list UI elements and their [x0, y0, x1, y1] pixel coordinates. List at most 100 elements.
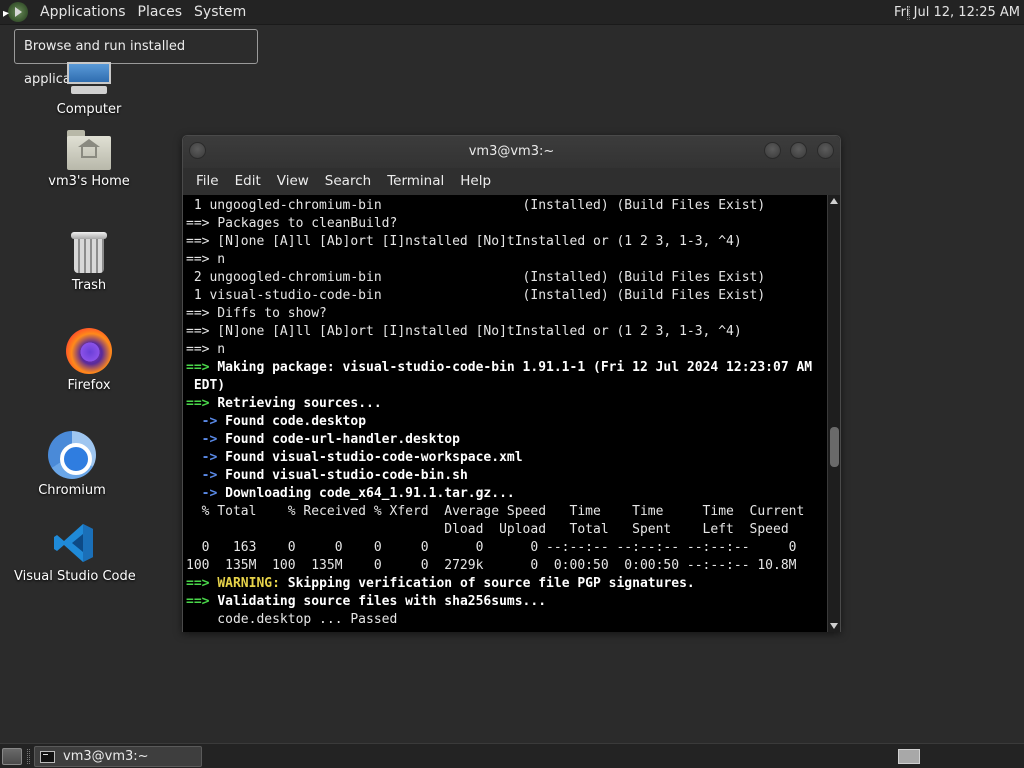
- minimize-button[interactable]: [764, 142, 781, 159]
- terminal-line: 1 visual-studio-code-bin (Installed) (Bu…: [186, 287, 812, 305]
- show-desktop-icon[interactable]: [2, 748, 22, 765]
- terminal-text-segment: 2 ungoogled-chromium-bin (Installed) (Bu…: [186, 270, 766, 285]
- applications-logo-icon[interactable]: [8, 2, 28, 22]
- menu-terminal[interactable]: Terminal: [379, 168, 452, 195]
- terminal-line: -> Found code-url-handler.desktop: [186, 431, 812, 449]
- terminal-lines: 1 ungoogled-chromium-bin (Installed) (Bu…: [186, 197, 812, 629]
- terminal-text-segment: ==>: [186, 576, 218, 591]
- terminal-line: Dload Upload Total Spent Left Speed: [186, 521, 812, 539]
- terminal-line: % Total % Received % Xferd Average Speed…: [186, 503, 812, 521]
- desktop-icon-label: vm3's Home: [48, 174, 130, 189]
- terminal-text-segment: ==>: [186, 594, 218, 609]
- terminal-line: -> Found visual-studio-code-bin.sh: [186, 467, 812, 485]
- menu-view[interactable]: View: [269, 168, 317, 195]
- terminal-line: -> Downloading code_x64_1.91.1.tar.gz...: [186, 485, 812, 503]
- terminal-line: ==> n: [186, 341, 812, 359]
- desktop-icon-chromium[interactable]: Chromium: [37, 431, 107, 498]
- terminal-text-segment: 0 163 0 0 0 0 0 0 --:--:-- --:--:-- --:-…: [186, 540, 797, 555]
- terminal-text-segment: 1 visual-studio-code-bin (Installed) (Bu…: [186, 288, 766, 303]
- terminal-line: ==> Making package: visual-studio-code-b…: [186, 359, 812, 377]
- terminal-text-segment: ==>: [186, 360, 218, 375]
- desktop-icon-label: Computer: [56, 102, 122, 117]
- terminal-menubar: File Edit View Search Terminal Help: [183, 168, 840, 195]
- terminal-output[interactable]: 1 ungoogled-chromium-bin (Installed) (Bu…: [183, 195, 827, 632]
- workspace-switcher[interactable]: [898, 749, 920, 764]
- desktop-icon-vscode[interactable]: Visual Studio Code: [14, 521, 136, 584]
- terminal-text-segment: Downloading code_x64_1.91.1.tar.gz...: [225, 486, 515, 501]
- terminal-text-segment: 100 135M 100 135M 0 0 2729k 0 0:00:50 0:…: [186, 558, 797, 573]
- terminal-text-segment: Found visual-studio-code-bin.sh: [225, 468, 468, 483]
- desktop-icon-label: Trash: [71, 278, 107, 293]
- computer-icon: [65, 62, 113, 98]
- terminal-text-segment: ==> [N]one [A]ll [Ab]ort [I]nstalled [No…: [186, 234, 742, 249]
- terminal-text-segment: Retrieving sources...: [217, 396, 382, 411]
- scroll-down-icon[interactable]: [830, 623, 838, 629]
- terminal-text-segment: EDT): [186, 378, 226, 393]
- terminal-line: 100 135M 100 135M 0 0 2729k 0 0:00:50 0:…: [186, 557, 812, 575]
- terminal-text-segment: Dload Upload Total Spent Left Speed: [186, 522, 789, 537]
- terminal-scrollbar[interactable]: [827, 195, 840, 632]
- desktop-icon-label: Visual Studio Code: [14, 569, 136, 584]
- desktop-icon-firefox[interactable]: Firefox: [54, 328, 124, 393]
- terminal-text-segment: ->: [186, 450, 226, 465]
- terminal-text-segment: ->: [186, 432, 226, 447]
- menu-help[interactable]: Help: [452, 168, 499, 195]
- terminal-text-segment: Found visual-studio-code-workspace.xml: [225, 450, 523, 465]
- terminal-window: vm3@vm3:~ File Edit View Search Terminal…: [182, 135, 841, 632]
- menu-applications[interactable]: Applications: [34, 0, 132, 25]
- terminal-line: -> Found visual-studio-code-workspace.xm…: [186, 449, 812, 467]
- terminal-text-segment: Packages to cleanBuild?: [217, 216, 398, 231]
- terminal-text-segment: % Total % Received % Xferd Average Speed…: [186, 504, 805, 519]
- terminal-line: 0 163 0 0 0 0 0 0 --:--:-- --:--:-- --:-…: [186, 539, 812, 557]
- menu-system[interactable]: System: [188, 0, 252, 25]
- terminal-text-segment: Found code-url-handler.desktop: [225, 432, 460, 447]
- terminal-text-segment: Validating source files with sha256sums.…: [217, 594, 547, 609]
- vscode-icon: [52, 521, 96, 565]
- terminal-line: ==> Validating source files with sha256s…: [186, 593, 812, 611]
- menu-file[interactable]: File: [188, 168, 227, 195]
- top-panel: Applications Places System Fri Jul 12, 1…: [0, 0, 1024, 25]
- close-button[interactable]: [817, 142, 834, 159]
- terminal-text-segment: ->: [186, 414, 226, 429]
- terminal-text-segment: Skipping verification of source file PGP…: [287, 576, 695, 591]
- firefox-icon: [66, 328, 112, 374]
- menu-search[interactable]: Search: [317, 168, 379, 195]
- taskbar-item-label: vm3@vm3:~: [63, 749, 149, 764]
- bottom-panel: vm3@vm3:~: [0, 743, 1024, 768]
- terminal-text-segment: ==> n: [186, 252, 226, 267]
- terminal-line: ==> Packages to cleanBuild?: [186, 215, 812, 233]
- trash-icon: [71, 230, 107, 274]
- panel-clock[interactable]: Fri Jul 12, 12:25 AM: [894, 0, 1020, 25]
- panel-drag-handle[interactable]: [27, 749, 30, 764]
- scroll-up-icon[interactable]: [830, 198, 838, 204]
- terminal-icon: [40, 750, 55, 763]
- terminal-text-segment: Making package: visual-studio-code-bin 1…: [217, 360, 813, 375]
- desktop-icon-label: Firefox: [67, 378, 111, 393]
- desktop-icon-computer[interactable]: Computer: [54, 62, 124, 117]
- terminal-text-segment: ==>: [186, 396, 218, 411]
- terminal-line: code.desktop ... Passed: [186, 611, 812, 629]
- terminal-titlebar[interactable]: vm3@vm3:~: [183, 136, 840, 168]
- desktop-icon-home[interactable]: vm3's Home: [44, 130, 134, 189]
- home-folder-icon: [67, 130, 111, 170]
- desktop-icon-trash[interactable]: Trash: [54, 230, 124, 293]
- terminal-text-segment: ==> [N]one [A]ll [Ab]ort [I]nstalled [No…: [186, 324, 742, 339]
- terminal-line: ==> Diffs to show?: [186, 305, 812, 323]
- maximize-button[interactable]: [790, 142, 807, 159]
- terminal-line: -> Found code.desktop: [186, 413, 812, 431]
- desktop-icon-label: Chromium: [38, 483, 106, 498]
- terminal-text-segment: ==>: [186, 216, 218, 231]
- scrollbar-thumb[interactable]: [830, 427, 839, 467]
- terminal-line: 2 ungoogled-chromium-bin (Installed) (Bu…: [186, 269, 812, 287]
- taskbar-item-terminal[interactable]: vm3@vm3:~: [34, 746, 202, 767]
- menu-edit[interactable]: Edit: [227, 168, 269, 195]
- terminal-text-segment: Found code.desktop: [225, 414, 367, 429]
- applications-tooltip: Browse and run installed applications: [14, 29, 258, 87]
- terminal-text-segment: ==> Diffs to show?: [186, 306, 327, 321]
- terminal-line: ==> Retrieving sources...: [186, 395, 812, 413]
- terminal-text-segment: WARNING:: [217, 576, 288, 591]
- menu-places[interactable]: Places: [132, 0, 189, 25]
- terminal-title: vm3@vm3:~: [468, 144, 555, 159]
- terminal-line: EDT): [186, 377, 812, 395]
- terminal-line: ==> [N]one [A]ll [Ab]ort [I]nstalled [No…: [186, 323, 812, 341]
